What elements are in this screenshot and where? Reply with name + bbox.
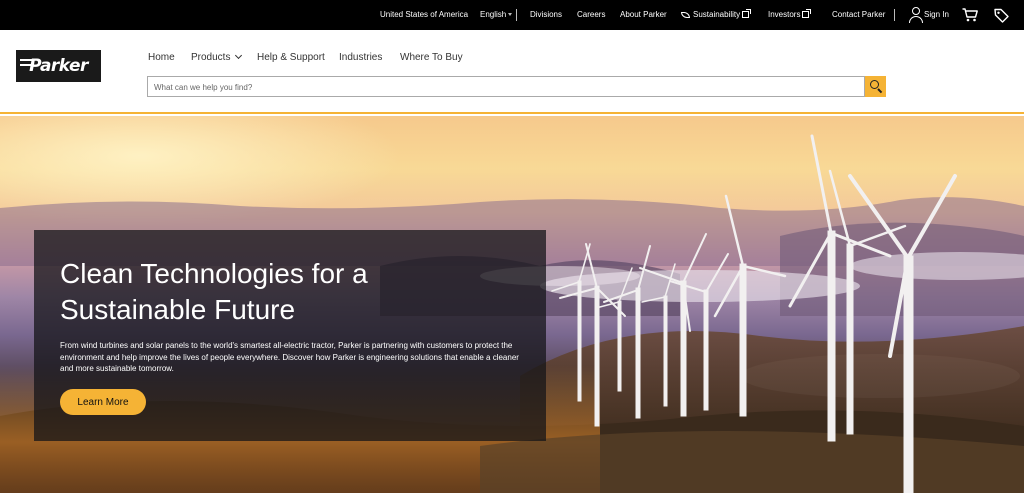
language-selector[interactable]: English: [480, 0, 513, 30]
logo-stripe: [20, 59, 34, 61]
hero-title: Clean Technologies for a Sustainable Fut…: [60, 258, 368, 325]
external-link-icon: [742, 9, 752, 18]
nav-home[interactable]: Home: [148, 52, 175, 66]
parker-logo[interactable]: Parker: [16, 50, 101, 82]
language-label: English: [480, 10, 507, 19]
divider: [516, 9, 517, 21]
hero-description: From wind turbines and solar panels to t…: [60, 341, 519, 373]
external-link-icon: [802, 9, 812, 18]
tag-icon[interactable]: [994, 8, 1009, 23]
about-parker-link[interactable]: About Parker: [620, 0, 667, 30]
hero-banner: Clean Technologies for a Sustainable Fut…: [0, 116, 1024, 493]
logo-stripe: [20, 64, 34, 66]
logo-text: Parker: [29, 56, 88, 76]
chevron-down-icon: [508, 13, 513, 16]
nav-where-to-buy[interactable]: Where To Buy: [400, 52, 463, 66]
search-button[interactable]: [865, 76, 886, 97]
contact-parker-link[interactable]: Contact Parker: [832, 0, 885, 30]
nav-products-label: Products: [191, 52, 231, 63]
sustainability-label: Sustainability: [693, 10, 741, 19]
careers-link[interactable]: Careers: [577, 0, 605, 30]
investors-link[interactable]: Investors: [768, 0, 812, 30]
country-selector[interactable]: United States of America: [380, 0, 468, 30]
search-box: [147, 76, 865, 97]
main-header: Parker Home Products Help & Support Indu…: [0, 30, 1024, 114]
chevron-down-icon: [235, 51, 243, 60]
user-icon[interactable]: [909, 7, 923, 23]
sustainability-link[interactable]: Sustainability: [681, 0, 752, 30]
nav-products[interactable]: Products: [191, 51, 243, 66]
learn-more-button[interactable]: Learn More: [60, 389, 146, 415]
search-icon-handle: [877, 88, 883, 94]
nav-help-support[interactable]: Help & Support: [257, 52, 325, 66]
sign-in-link[interactable]: Sign In: [924, 0, 949, 30]
divisions-link[interactable]: Divisions: [530, 0, 562, 30]
divider: [894, 9, 895, 21]
leaf-icon: [681, 12, 690, 18]
cart-icon[interactable]: [962, 8, 978, 22]
utility-bar: United States of America English Divisio…: [0, 0, 1024, 30]
hero-content-panel: Clean Technologies for a Sustainable Fut…: [34, 230, 546, 441]
investors-label: Investors: [768, 10, 801, 19]
search-input[interactable]: [148, 78, 864, 97]
nav-industries[interactable]: Industries: [339, 52, 382, 66]
